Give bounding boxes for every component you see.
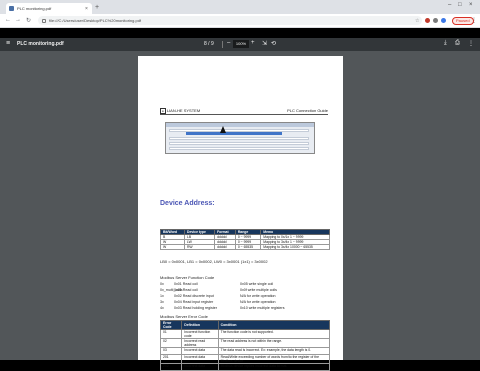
function-code-text: 3x xyxy=(160,300,164,304)
mouse-cursor xyxy=(220,126,226,133)
hamburger-menu-icon[interactable]: ≡ xyxy=(6,40,10,47)
zoom-level[interactable]: 100% xyxy=(233,40,249,48)
table-cell: The data read is incorrect. Ex: example,… xyxy=(217,347,331,355)
function-code-text: 0x10 write multiple registers xyxy=(240,306,285,310)
more-options-icon[interactable]: ⋮ xyxy=(468,40,474,47)
table-cell: W xyxy=(159,244,186,250)
table-cell: 03 xyxy=(159,347,183,355)
screenshot-row xyxy=(169,147,309,150)
new-tab-icon[interactable]: + xyxy=(95,3,99,12)
table-header-cell: Condition xyxy=(217,320,331,330)
function-code-text: 0x01 Read coil xyxy=(174,282,198,286)
page-content: ● LIAN-HE SYSTEM PLC Connection Guide Dev… xyxy=(138,56,343,371)
address-bar[interactable]: file:///C:/Users/user/Desktop/PLC%20moni… xyxy=(38,16,422,25)
page-header: ● LIAN-HE SYSTEM PLC Connection Guide xyxy=(160,108,328,115)
table-cell: Mapping to 3x/4x 10000 ~ 65535 xyxy=(260,244,330,250)
table-cell: 201 xyxy=(159,354,183,364)
function-code-title: Modbus Server Function Code xyxy=(160,275,215,280)
browser-menu-icon[interactable]: ⋮ xyxy=(471,17,477,24)
minimize-icon[interactable]: – xyxy=(448,2,451,8)
table-cell: Incorrect data xyxy=(181,347,219,355)
table-row: 03 Incorrect data The data read is incorre… xyxy=(159,347,331,355)
embedded-screenshot xyxy=(165,122,315,154)
maximize-icon[interactable]: □ xyxy=(458,2,462,8)
forward-icon[interactable]: → xyxy=(15,17,21,23)
zoom-out-icon[interactable]: – xyxy=(227,40,230,46)
table-cell: Incorrect data xyxy=(181,354,219,364)
table-header-cell: Definition xyxy=(181,320,219,330)
function-code-text: 0x03 Read holding register xyxy=(174,306,217,310)
table-row: 202 Incorrect data Modbus device replies i… xyxy=(159,363,331,371)
company-logo: ● LIAN-HE SYSTEM xyxy=(160,108,201,114)
table-cell: 01 xyxy=(159,329,183,339)
video-frame: PLC monitoring.pdf × + – □ × ← → ↻ file:… xyxy=(0,0,480,371)
browser-toolbar: ← → ↻ file:///C:/Users/user/Desktop/PLC%… xyxy=(0,14,480,28)
reload-icon[interactable]: ↻ xyxy=(26,17,31,24)
function-code-text: 0x05 write single coil xyxy=(240,282,274,286)
function-code-text: N/A for write operation xyxy=(240,294,276,298)
table-cell: The read address is not within the range… xyxy=(217,338,331,348)
function-code-text: 0x04 Read input register xyxy=(174,300,214,304)
header-doc-title: PLC Connection Guide xyxy=(287,108,328,113)
table-cell: RW xyxy=(184,244,216,250)
table-cell: The function code is not supported. xyxy=(217,329,331,339)
function-code-text: 0x0f write multiple coils xyxy=(240,288,277,292)
section-title: Device Address: xyxy=(160,200,215,207)
function-code-text: N/A for write operation xyxy=(240,300,276,304)
table-row: 01 Incorrect function code The function co… xyxy=(159,329,331,339)
table-row: 201 Incorrect data Read/Write exceeding nu… xyxy=(159,354,331,364)
function-code-text: 0x xyxy=(160,282,164,286)
table-row: 02 Incorrect read address The read address… xyxy=(159,338,331,348)
address-formula: LB0 = 0x0001, LB1 = 0x0002, LW0 = 3x0001… xyxy=(160,259,268,264)
function-code-text: 1x xyxy=(160,294,164,298)
device-address-table: Bit/Word Device type Format Range Memo B LB dd… xyxy=(159,229,330,250)
screenshot-row xyxy=(169,142,309,145)
screenshot-row xyxy=(169,137,309,140)
toolbar-divider xyxy=(222,41,223,48)
file-info-icon[interactable] xyxy=(42,18,46,23)
zoom-in-icon[interactable]: + xyxy=(251,40,255,46)
error-code-table: Error Code Definition Condition 01 Incorrec… xyxy=(159,320,331,371)
table-cell: Incorrect read address xyxy=(181,338,219,348)
screenshot-highlight xyxy=(186,132,282,135)
error-code-title: Modbus Server Error Code xyxy=(160,314,208,319)
pdf-file-icon xyxy=(9,6,14,11)
rotate-icon[interactable]: ⟲ xyxy=(271,40,276,47)
pdf-toolbar: ≡ PLC monitoring.pdf 8 / 9 – 100% + ⇲ ⟲ … xyxy=(0,38,480,51)
function-code-text: 0x01 Read coil xyxy=(174,288,198,292)
table-row: W RW ddddd 0 ~ 65535 Mapping to 3x/4x 10000 … xyxy=(159,244,330,250)
page-indicator[interactable]: 8 / 9 xyxy=(204,41,214,47)
fit-page-icon[interactable]: ⇲ xyxy=(262,40,267,47)
function-code-text: 4x xyxy=(160,306,164,310)
tab-strip: PLC monitoring.pdf × + – □ × xyxy=(0,0,480,14)
table-header-cell: Error Code xyxy=(159,320,183,330)
browser-tab[interactable]: PLC monitoring.pdf × xyxy=(6,3,92,14)
print-icon[interactable]: ⎙ xyxy=(455,40,460,47)
function-code-text: 0x02 Read discrete input xyxy=(174,294,214,298)
table-cell: 0 ~ 65535 xyxy=(234,244,262,250)
table-cell: Incorrect data xyxy=(181,363,219,371)
close-tab-icon[interactable]: × xyxy=(84,6,89,12)
bookmark-star-icon[interactable]: ☆ xyxy=(415,18,419,24)
address-url: file:///C:/Users/user/Desktop/PLC%20moni… xyxy=(49,18,142,23)
table-cell: Read/Write exceeding number of words fro… xyxy=(217,354,331,364)
screenshot-titlebar xyxy=(166,123,314,127)
table-cell: Modbus device replies incorrect data for… xyxy=(217,363,331,371)
table-cell: 202 xyxy=(159,363,183,371)
download-icon[interactable]: ⤓ xyxy=(444,40,447,47)
extension-icon[interactable] xyxy=(425,18,430,23)
table-cell: 02 xyxy=(159,338,183,348)
pdf-file-name: PLC monitoring.pdf xyxy=(17,41,64,47)
close-window-icon[interactable]: × xyxy=(469,2,473,8)
tab-title: PLC monitoring.pdf xyxy=(17,6,52,11)
profile-avatar[interactable] xyxy=(441,18,446,23)
table-cell: ddddd xyxy=(214,244,236,250)
back-icon[interactable]: ← xyxy=(5,17,11,23)
logo-text: LIAN-HE SYSTEM xyxy=(166,108,201,113)
extension-icon[interactable] xyxy=(433,18,438,23)
table-cell: Incorrect function code xyxy=(181,329,219,339)
